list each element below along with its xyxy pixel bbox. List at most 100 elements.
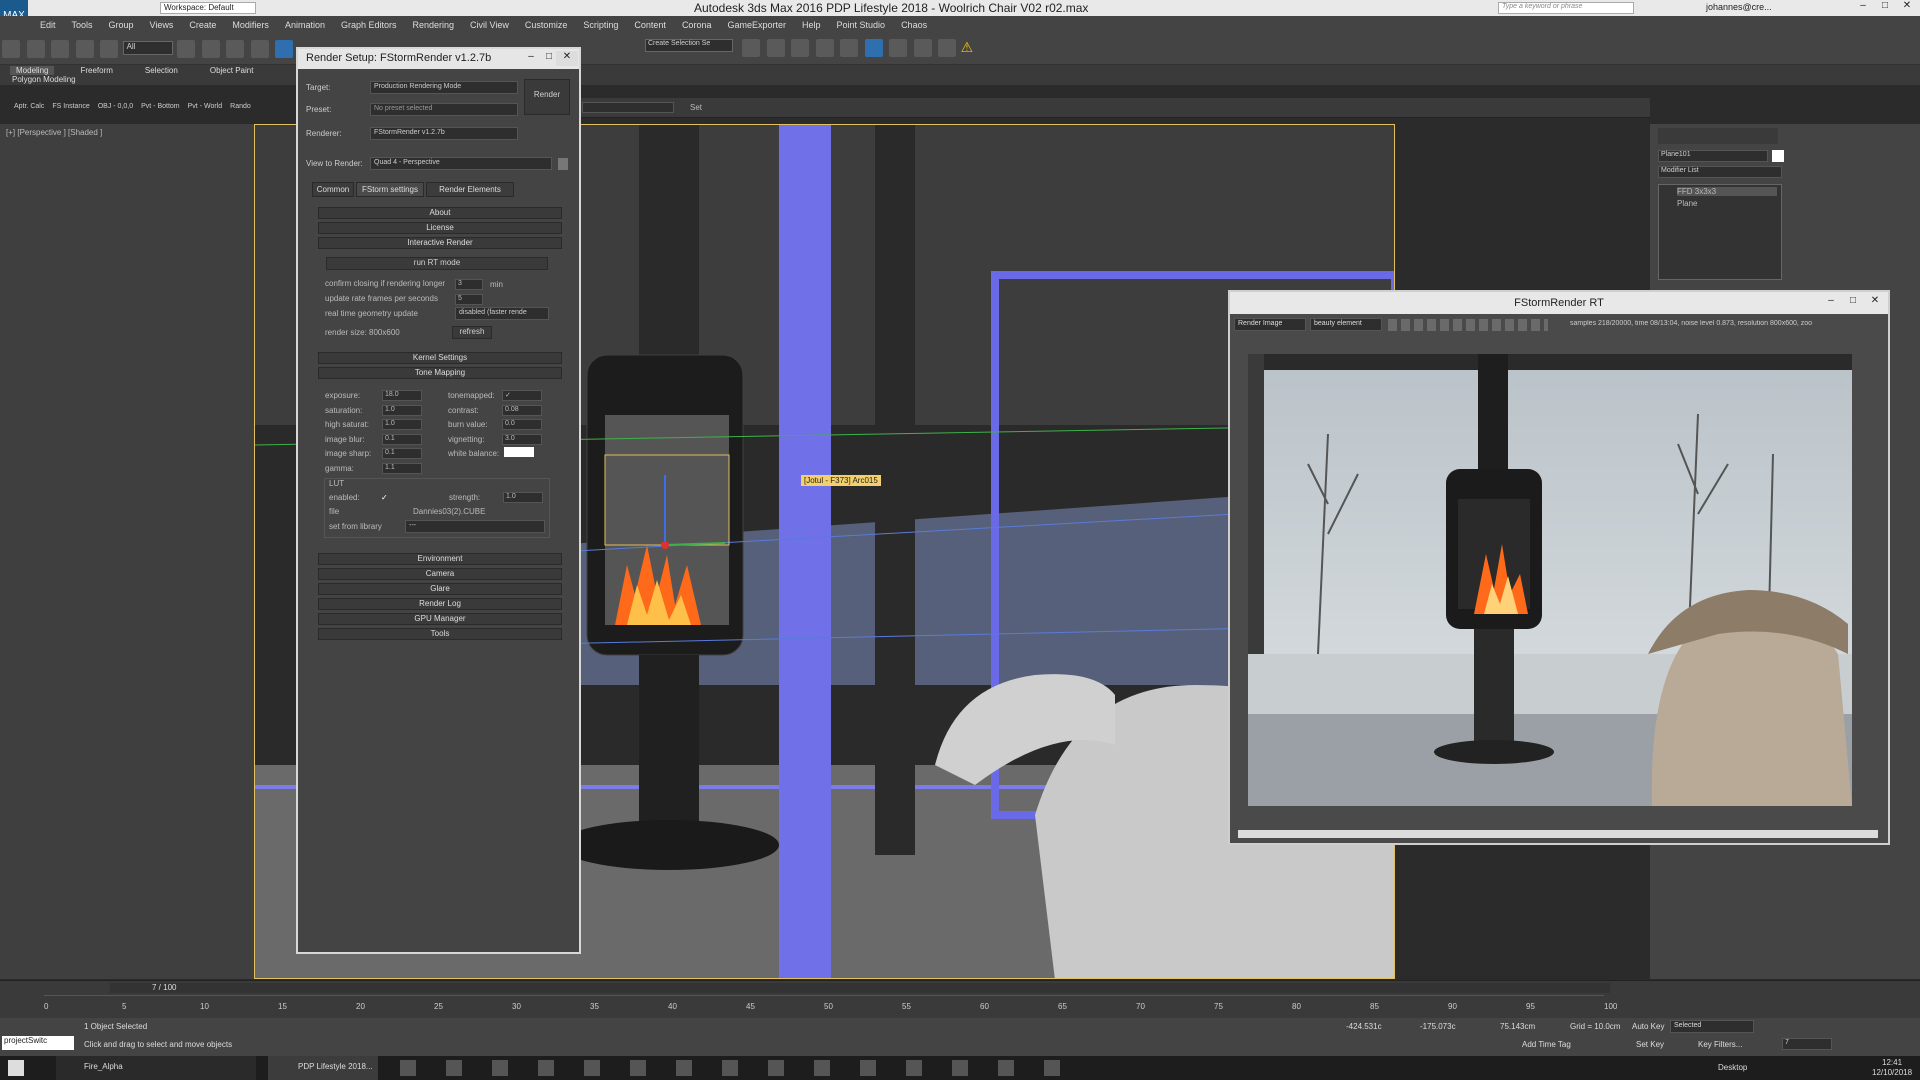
object-color-swatch[interactable]: [1772, 150, 1784, 162]
taskbar-item[interactable]: Fire_Alpha: [56, 1056, 256, 1080]
ribbon-tab-freeform[interactable]: Freeform: [74, 66, 118, 75]
maximize-button[interactable]: □: [1874, 0, 1896, 15]
quick-tool-button[interactable]: FS Instance: [52, 103, 89, 115]
menu-item-edit[interactable]: Edit: [40, 20, 56, 30]
windows-start-icon[interactable]: [8, 1060, 24, 1076]
modifier-list-dropdown[interactable]: Modifier List: [1658, 166, 1782, 178]
stack-item[interactable]: Plane: [1677, 199, 1697, 208]
menu-item-animation[interactable]: Animation: [285, 20, 325, 30]
param-spinner[interactable]: 0.08: [502, 404, 542, 416]
menu-item-rendering[interactable]: Rendering: [413, 20, 455, 30]
desktop-toolbar[interactable]: Desktop: [1718, 1063, 1747, 1072]
menu-item-help[interactable]: Help: [802, 20, 821, 30]
user-account[interactable]: johannes@cre...: [1706, 2, 1772, 12]
quick-tool-button[interactable]: Rando: [230, 103, 251, 115]
close-button[interactable]: ✕: [556, 51, 578, 66]
x-coordinate[interactable]: -424.531c: [1346, 1022, 1382, 1031]
unlink-icon[interactable]: [75, 40, 94, 58]
tab-common[interactable]: Common: [312, 182, 354, 197]
rt-horizontal-scrollbar[interactable]: [1238, 830, 1878, 838]
lock-icon[interactable]: [558, 158, 568, 170]
teapot-icon[interactable]: [938, 39, 957, 57]
stack-item[interactable]: FFD 3x3x3: [1677, 187, 1777, 196]
select-move-icon[interactable]: [275, 40, 294, 58]
update-rate-spinner[interactable]: 5: [455, 294, 483, 305]
render-setup-icon[interactable]: [864, 39, 883, 57]
ribbon-tab-selection[interactable]: Selection: [139, 66, 184, 75]
add-time-tag[interactable]: Add Time Tag: [1522, 1040, 1571, 1049]
quick-tool-button[interactable]: Pvt - World: [188, 103, 223, 115]
menu-item-group[interactable]: Group: [109, 20, 134, 30]
menu-item-views[interactable]: Views: [150, 20, 174, 30]
menu-item-customize[interactable]: Customize: [525, 20, 568, 30]
rollout-interactive-render[interactable]: Interactive Render: [318, 237, 562, 249]
confirm-closing-spinner[interactable]: 3: [455, 279, 483, 290]
named-selection-dropdown[interactable]: Create Selection Se: [645, 39, 733, 52]
z-coordinate[interactable]: 75.143cm: [1500, 1022, 1535, 1031]
refresh-button[interactable]: refresh: [452, 326, 492, 339]
rt-toolbar-icons[interactable]: [1388, 319, 1548, 331]
link-icon[interactable]: [51, 40, 70, 58]
set-label[interactable]: Set: [690, 103, 702, 112]
menu-item-corona[interactable]: Corona: [682, 20, 712, 30]
selection-filter-dropdown[interactable]: All: [122, 41, 173, 55]
rollout-render-log[interactable]: Render Log: [318, 598, 562, 610]
target-dropdown[interactable]: Production Rendering Mode: [370, 81, 518, 94]
menu-item-create[interactable]: Create: [189, 20, 216, 30]
param-spinner[interactable]: 1.1: [382, 463, 422, 474]
timeline-ruler[interactable]: 0 5 10 15 20 25 30 35 40 45 50 55 60 65 70 75 80 85 90 95 10…: [44, 995, 1617, 1015]
param-spinner[interactable]: 1.0: [382, 404, 422, 416]
bind-space-warp-icon[interactable]: [100, 40, 119, 58]
curve-editor-icon[interactable]: [815, 39, 834, 57]
preset-dropdown[interactable]: No preset selected: [370, 103, 518, 116]
rollout-tools[interactable]: Tools: [318, 628, 562, 640]
lut-file-value[interactable]: Dannies03(2).CUBE: [413, 507, 485, 516]
rollout-tone-mapping[interactable]: Tone Mapping: [318, 367, 562, 379]
tab-fstorm-settings[interactable]: FStorm settings: [356, 182, 424, 197]
minimize-button[interactable]: –: [1820, 295, 1842, 310]
rollout-kernel-settings[interactable]: Kernel Settings: [318, 352, 562, 364]
param-spinner[interactable]: 1.0: [382, 419, 422, 431]
tab-render-elements[interactable]: Render Elements: [426, 182, 514, 197]
run-rt-button[interactable]: run RT mode: [326, 257, 548, 270]
menu-item-modifiers[interactable]: Modifiers: [232, 20, 269, 30]
quick-tool-button[interactable]: Aptr. Calc: [14, 103, 44, 115]
cmd-tabs[interactable]: [1658, 128, 1778, 144]
param-spinner[interactable]: 3.0: [502, 433, 542, 445]
quick-tool-button[interactable]: Pvt - Bottom: [141, 103, 180, 115]
rendered-frame-icon[interactable]: [889, 39, 908, 57]
menu-item-graph-editors[interactable]: Graph Editors: [341, 20, 397, 30]
ribbon-tab-modeling[interactable]: Modeling: [10, 66, 55, 75]
rollout-camera[interactable]: Camera: [318, 568, 562, 580]
set-key-button[interactable]: Set Key: [1636, 1040, 1664, 1049]
menu-item-scripting[interactable]: Scripting: [583, 20, 618, 30]
white-balance-swatch[interactable]: [504, 447, 534, 457]
ribbon-tab-object-paint[interactable]: Object Paint: [204, 66, 260, 75]
maximize-button[interactable]: □: [1842, 295, 1864, 310]
rollout-about[interactable]: About: [318, 207, 562, 219]
current-frame-field[interactable]: 7: [1782, 1038, 1832, 1050]
search-field[interactable]: Type a keyword or phrase: [1498, 2, 1634, 14]
renderer-dropdown[interactable]: FStormRender v1.2.7b: [370, 127, 518, 140]
menu-item-point-studio[interactable]: Point Studio: [837, 20, 886, 30]
render-production-icon[interactable]: [913, 39, 932, 57]
object-name-field[interactable]: Plane101: [1658, 150, 1768, 162]
close-button[interactable]: ✕: [1864, 295, 1886, 310]
rect-selection-icon[interactable]: [226, 40, 245, 58]
param-spinner[interactable]: 18.0: [382, 390, 422, 401]
menu-item-chaos[interactable]: Chaos: [901, 20, 927, 30]
key-mode-dropdown[interactable]: Selected: [1670, 1020, 1754, 1033]
menu-item-civil-view[interactable]: Civil View: [470, 20, 509, 30]
viewport-label[interactable]: [+] [Perspective ] [Shaded ]: [6, 128, 102, 137]
view-to-render-dropdown[interactable]: Quad 4 - Perspective: [370, 157, 552, 170]
render-element-dropdown[interactable]: beauty element: [1310, 318, 1382, 331]
geometry-update-dropdown[interactable]: disabled (faster rende: [455, 307, 549, 320]
render-button[interactable]: Render: [524, 79, 570, 115]
left-viewport[interactable]: [+] [Perspective ] [Shaded ]: [0, 124, 254, 979]
taskbar-item-active[interactable]: PDP Lifestyle 2018...: [268, 1056, 378, 1080]
auto-key-button[interactable]: Auto Key: [1632, 1022, 1664, 1031]
lut-library-dropdown[interactable]: ---: [405, 520, 545, 533]
render-mode-dropdown[interactable]: Render Image: [1234, 318, 1306, 331]
param-spinner[interactable]: ✓: [502, 390, 542, 401]
workspace-dropdown[interactable]: Workspace: Default: [160, 2, 256, 14]
